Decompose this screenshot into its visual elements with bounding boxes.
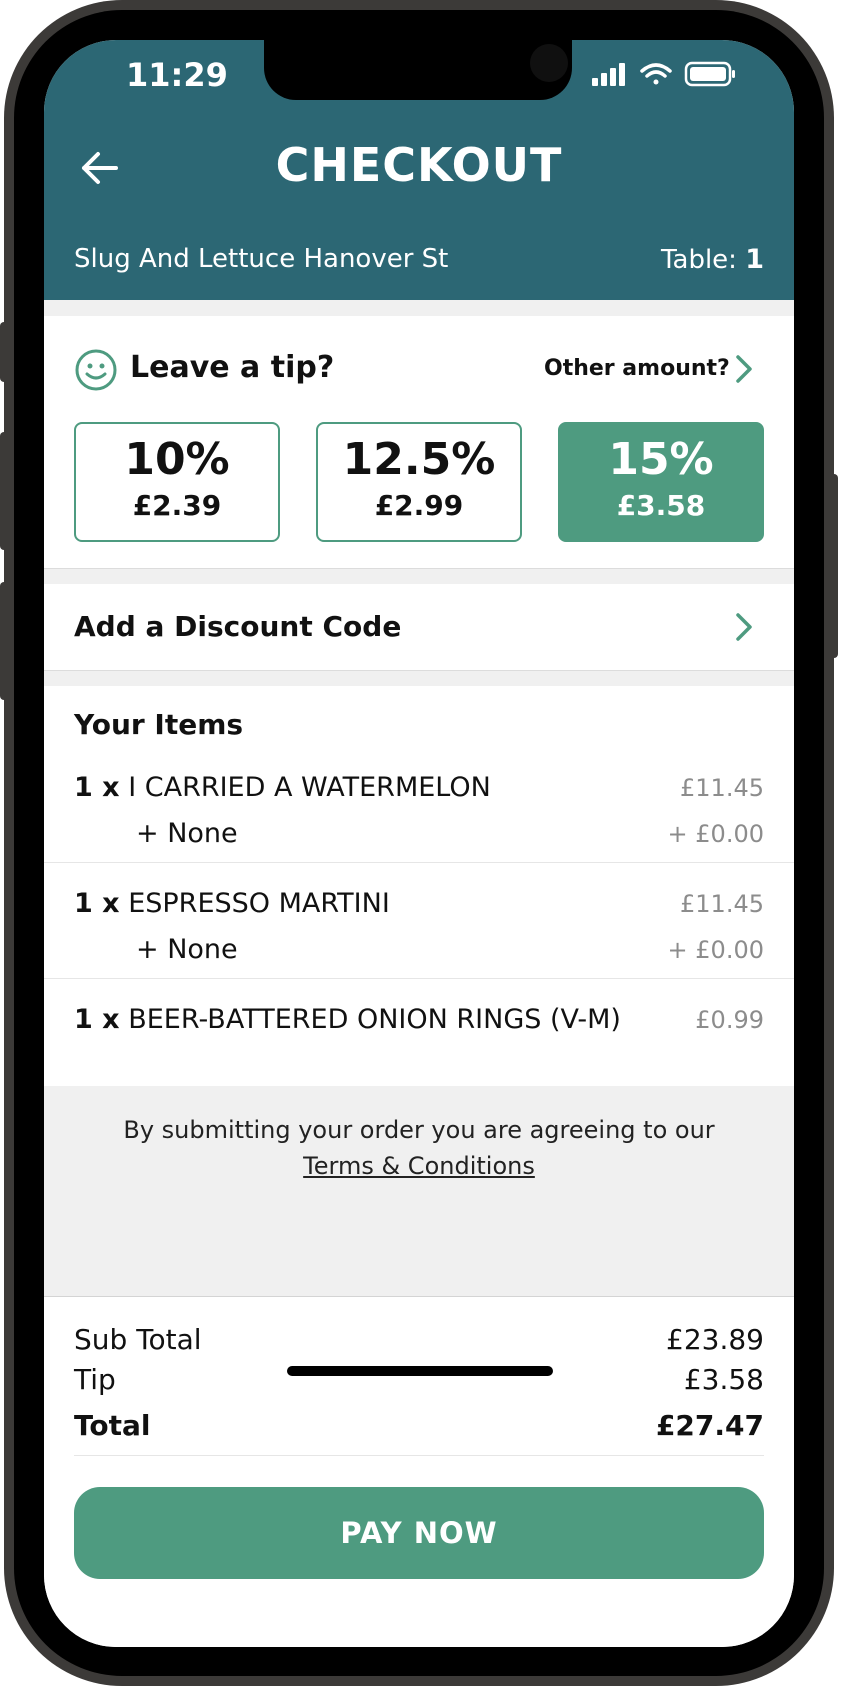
item-price: £0.99 [695,1006,764,1034]
tip-percent: 10% [124,434,230,485]
chevron-right-icon[interactable] [732,352,756,386]
item-divider [44,978,794,979]
tip-percent: 15% [608,434,714,485]
venue-name: Slug And Lettuce Hanover St [74,244,449,274]
wifi-icon [640,63,672,85]
table-info: Table: 1 [661,244,764,275]
table-number: 1 [745,244,764,275]
tip-section: Leave a tip? Other amount? 10% £2.39 12.… [44,316,794,568]
terms-notice: By submitting your order you are agreein… [44,1112,794,1184]
tip-percent: 12.5% [342,434,496,485]
item-name: 1 x ESPRESSO MARTINI [74,888,390,919]
totals-divider [74,1455,764,1456]
battery-icon [684,61,735,87]
terms-text: By submitting your order you are agreein… [123,1116,715,1144]
item-price: £11.45 [680,890,764,918]
item-modifier: + None [136,934,238,965]
total-value: £27.47 [655,1409,764,1442]
status-icons [592,61,735,87]
totals-section: Sub Total £23.89 Tip £3.58 Total £27.47 … [44,1296,794,1647]
tip-amount: £2.39 [132,489,222,522]
item-title: I CARRIED A WATERMELON [128,772,491,803]
item-modifier: + None [136,818,238,849]
home-indicator[interactable] [287,1366,553,1376]
tip-label: Tip [74,1363,116,1396]
pay-now-button[interactable]: PAY NOW [74,1487,764,1579]
section-gap [44,300,794,316]
tip-option-15[interactable]: 15% £3.58 [558,422,764,542]
item-divider [44,862,794,863]
status-time: 11:29 [126,56,228,94]
discount-label: Add a Discount Code [74,610,402,643]
item-qty: 1 x [74,1004,120,1035]
tip-option-10[interactable]: 10% £2.39 [74,422,280,542]
item-qty: 1 x [74,772,120,803]
section-gap [44,670,794,686]
discount-code-row[interactable]: Add a Discount Code [44,584,794,670]
item-qty: 1 x [74,888,120,919]
terms-link[interactable]: Terms & Conditions [303,1152,535,1180]
app-screen: 11:29 CHECKOUT Slug And Lettuce Hanover … [44,40,794,1647]
item-title: ESPRESSO MARTINI [128,888,390,919]
tip-option-12-5[interactable]: 12.5% £2.99 [316,422,522,542]
item-name: 1 x BEER-BATTERED ONION RINGS (V-M) [74,1004,621,1035]
table-label: Table: [660,245,737,275]
side-button-volume-down [0,582,8,700]
smile-icon [75,349,117,391]
tip-amount: £3.58 [616,489,706,522]
item-price: £11.45 [680,774,764,802]
side-button-volume-up [0,432,8,550]
items-title: Your Items [74,708,244,741]
item-name: 1 x I CARRIED A WATERMELON [74,772,491,803]
front-camera [530,44,568,82]
page-title: CHECKOUT [275,138,563,192]
other-amount-link[interactable]: Other amount? [544,356,730,381]
terms-area: By submitting your order you are agreein… [44,1086,794,1296]
tip-value: £3.58 [683,1363,764,1396]
chevron-right-icon [736,613,752,641]
subtotal-value: £23.89 [666,1323,764,1356]
side-button-mute [0,322,8,382]
your-items-section: Your Items 1 x I CARRIED A WATERMELON £1… [44,686,794,1072]
tip-title: Leave a tip? [130,350,335,385]
item-modifier-price: + £0.00 [667,820,764,848]
tip-amount: £2.99 [374,489,464,522]
item-title: BEER-BATTERED ONION RINGS (V-M) [128,1004,621,1035]
notch [264,40,572,100]
signal-icon [592,63,625,86]
item-modifier-price: + £0.00 [667,936,764,964]
side-button-power [830,474,838,658]
section-gap [44,568,794,584]
subtotal-label: Sub Total [74,1323,202,1356]
total-label: Total [74,1409,151,1442]
